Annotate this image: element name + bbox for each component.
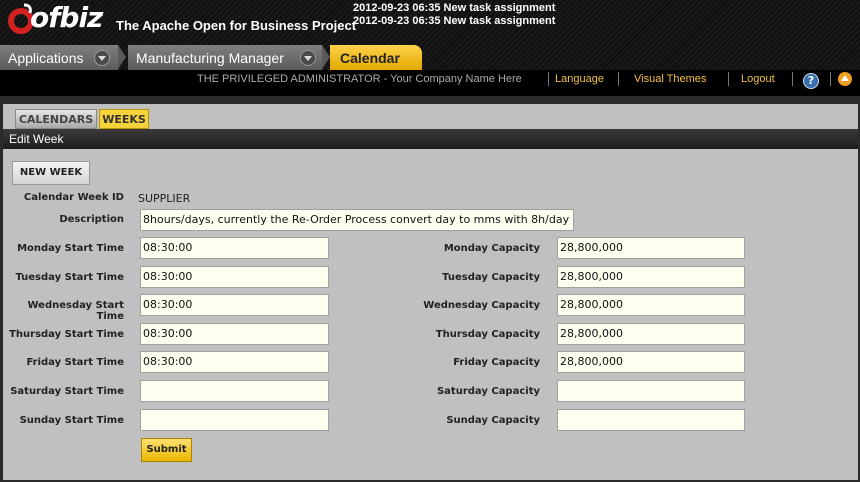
header: ofbiz The Apache Open for Business Proje… [0, 0, 860, 70]
language-link[interactable]: Language [555, 73, 604, 85]
capacity-label: Saturday Capacity [436, 386, 540, 397]
tagline: The Apache Open for Business Project [116, 18, 357, 33]
tab-separator [118, 45, 126, 69]
saturday-capacity-input[interactable] [557, 380, 745, 402]
start-time-label: Tuesday Start Time [15, 272, 124, 283]
description-input[interactable]: 8hours/days, currently the Re-Order Proc… [140, 209, 574, 231]
sunday-capacity-input[interactable] [557, 409, 745, 431]
tab-weeks[interactable]: WEEKS [99, 109, 149, 129]
new-week-button[interactable]: NEW WEEK [12, 161, 90, 185]
start-time-label: Saturday Start Time [10, 386, 124, 397]
dropdown-arrow-icon[interactable] [94, 50, 110, 66]
dropdown-arrow-icon[interactable] [300, 50, 316, 66]
tab-calendars[interactable]: CALENDARS [15, 109, 97, 129]
friday-capacity-input[interactable]: 28,800,000 [557, 351, 745, 373]
capacity-label: Wednesday Capacity [423, 300, 540, 311]
calendar-week-id-value: SUPPLIER [138, 192, 191, 205]
logout-link[interactable]: Logout [741, 73, 775, 85]
divider [548, 72, 549, 86]
sunday-start-time-input[interactable] [140, 409, 329, 431]
saturday-start-time-input[interactable] [140, 380, 329, 402]
calendar-week-id-label: Calendar Week ID [23, 192, 124, 203]
main-panel: CALENDARS WEEKS Edit Week NEW WEEK Calen… [3, 104, 858, 480]
monday-start-time-input[interactable]: 08:30:00 [140, 237, 329, 259]
capacity-label: Friday Capacity [453, 357, 540, 368]
start-time-label: Thursday Start Time [9, 329, 124, 340]
visual-themes-link[interactable]: Visual Themes [634, 73, 706, 85]
submit-button[interactable]: Submit [141, 438, 192, 462]
start-time-label: Sunday Start Time [19, 415, 124, 426]
start-time-label: Wednesday Start Time [27, 300, 124, 322]
description-label: Description [59, 214, 124, 225]
tuesday-capacity-input[interactable]: 28,800,000 [557, 266, 745, 288]
tab-calendar[interactable]: Calendar [330, 45, 422, 70]
tab-separator [322, 45, 330, 69]
wednesday-start-time-input[interactable]: 08:30:00 [140, 294, 329, 316]
page-title: Edit Week [3, 129, 858, 149]
help-icon[interactable]: ? [803, 73, 819, 89]
logo-text: ofbiz [30, 1, 103, 34]
tab-applications[interactable]: Applications [0, 45, 118, 70]
thursday-capacity-input[interactable]: 28,800,000 [557, 323, 745, 345]
notification-item[interactable]: 2012-09-23 06:35 New task assignment [353, 15, 555, 27]
notification-item[interactable]: 2012-09-23 06:35 New task assignment [353, 2, 555, 14]
capacity-label: Monday Capacity [443, 243, 540, 254]
divider [728, 72, 729, 86]
capacity-label: Sunday Capacity [446, 415, 540, 426]
monday-capacity-input[interactable]: 28,800,000 [557, 237, 745, 259]
wednesday-capacity-input[interactable]: 28,800,000 [557, 294, 745, 316]
divider [618, 72, 619, 86]
tab-label: Applications [8, 50, 84, 66]
friday-start-time-input[interactable]: 08:30:00 [140, 351, 329, 373]
admin-company-text: THE PRIVILEGED ADMINISTRATOR - Your Comp… [197, 73, 522, 85]
scroll-up-icon[interactable] [838, 72, 852, 86]
tab-label: Manufacturing Manager [136, 50, 284, 66]
tab-manufacturing-manager[interactable]: Manufacturing Manager [128, 45, 322, 70]
start-time-label: Friday Start Time [26, 357, 124, 368]
tuesday-start-time-input[interactable]: 08:30:00 [140, 266, 329, 288]
tab-label: Calendar [340, 50, 400, 66]
app-tabs: Applications Manufacturing Manager Calen… [0, 45, 860, 70]
thursday-start-time-input[interactable]: 08:30:00 [140, 323, 329, 345]
capacity-label: Tuesday Capacity [442, 272, 540, 283]
user-bar: THE PRIVILEGED ADMINISTRATOR - Your Comp… [0, 70, 860, 96]
divider [830, 72, 831, 86]
capacity-label: Thursday Capacity [435, 329, 540, 340]
start-time-label: Monday Start Time [17, 243, 124, 254]
divider [792, 72, 793, 86]
